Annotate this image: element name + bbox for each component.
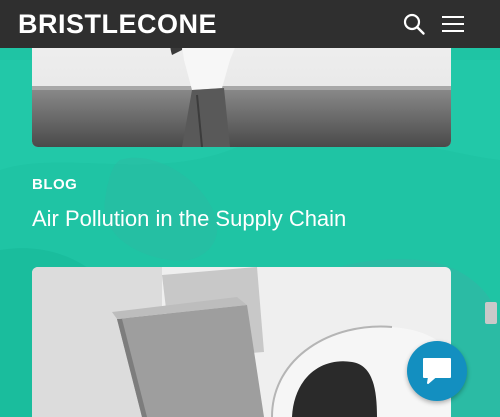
- search-icon[interactable]: [402, 12, 426, 36]
- site-logo[interactable]: BRISTLECONE: [18, 9, 217, 39]
- hamburger-menu-icon[interactable]: [442, 14, 466, 34]
- post-title-link[interactable]: Air Pollution in the Supply Chain: [32, 206, 346, 232]
- post-image-next[interactable]: [32, 267, 451, 417]
- post-category-link[interactable]: BLOG: [32, 176, 77, 193]
- site-header: BRISTLECONE: [0, 0, 500, 48]
- chat-button[interactable]: [407, 341, 467, 401]
- chat-bubble-icon: [423, 358, 451, 384]
- scrollbar-thumb[interactable]: [485, 302, 497, 324]
